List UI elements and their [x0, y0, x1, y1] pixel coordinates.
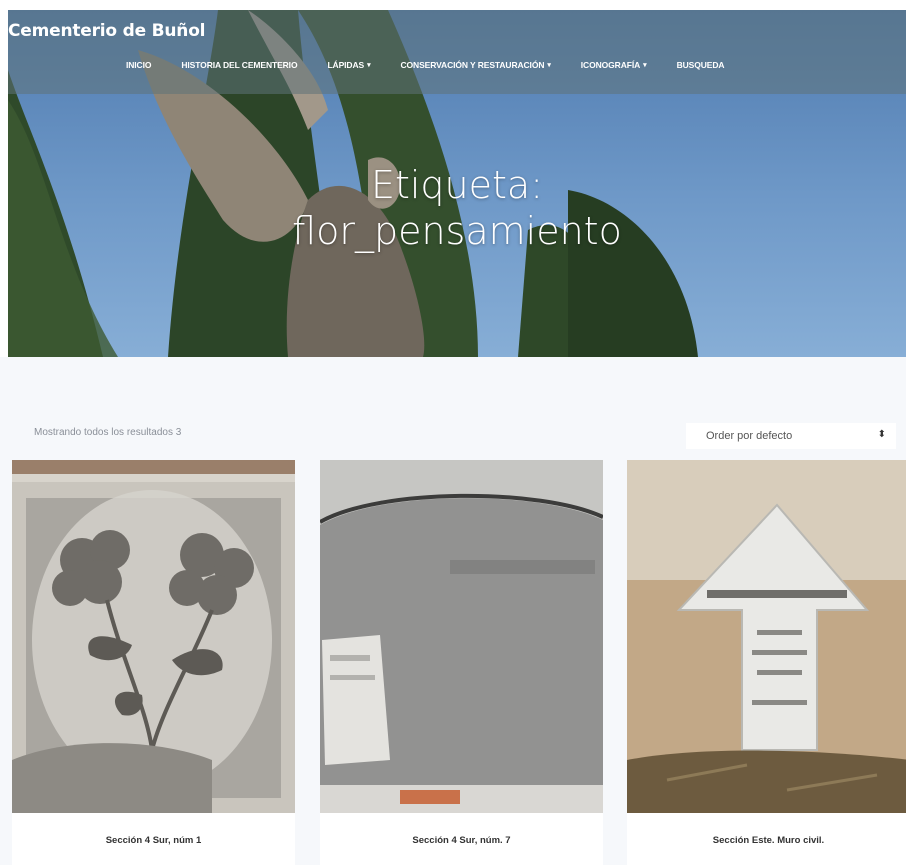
shop-main: Mostrando todos los resultados 3 Order p…	[0, 357, 906, 865]
nav-item-iconografia[interactable]: ICONOGRAFÍA ▾	[581, 60, 647, 70]
nav-item-inicio[interactable]: INICIO	[126, 60, 151, 70]
main-nav: INICIO HISTORIA DEL CEMENTERIO LÁPIDAS ▾…	[126, 60, 754, 70]
select-arrows-icon: ⬍	[877, 429, 886, 440]
nav-item-busqueda[interactable]: BUSQUEDA	[677, 60, 725, 70]
nav-item-label: INICIO	[126, 60, 152, 70]
orderby-selected-value: Order por defecto	[706, 430, 793, 442]
product-card[interactable]: Sección 4 Sur, núm. 7	[320, 460, 603, 865]
gravestone-wall-photo	[320, 460, 603, 813]
product-title[interactable]: Sección 4 Sur, núm 1	[12, 835, 295, 846]
nav-item-historia[interactable]: HISTORIA DEL CEMENTERIO	[181, 60, 297, 70]
product-image[interactable]	[627, 460, 906, 813]
nav-item-label: BUSQUEDA	[676, 60, 725, 70]
page-title-line2: flor_pensamiento	[292, 209, 622, 253]
hero-banner: Cementerio de Buñol INICIO HISTORIA DEL …	[8, 10, 906, 357]
nav-item-lapidas[interactable]: LÁPIDAS ▾	[327, 60, 370, 70]
nav-item-label: ICONOGRAFÍA	[580, 60, 641, 70]
page-title: Etiqueta: flor_pensamiento	[8, 162, 906, 254]
product-title[interactable]: Sección Este. Muro civil.	[627, 835, 906, 846]
chevron-down-icon: ▾	[367, 62, 371, 69]
chevron-down-icon: ▾	[643, 62, 647, 69]
product-card[interactable]: Sección 4 Sur, núm 1	[12, 460, 295, 865]
site-brand[interactable]: Cementerio de Buñol	[8, 21, 206, 41]
flower-engraving-photo	[12, 460, 295, 813]
orderby-select[interactable]: Order por defecto ⬍	[686, 423, 896, 449]
nav-item-conservacion[interactable]: CONSERVACIÓN Y RESTAURACIÓN ▾	[401, 60, 551, 70]
product-image[interactable]	[12, 460, 295, 813]
arrow-cross-marker-photo	[627, 460, 906, 813]
page-title-line1: Etiqueta:	[370, 163, 544, 207]
chevron-down-icon: ▾	[547, 62, 551, 69]
nav-item-label: CONSERVACIÓN Y RESTAURACIÓN	[400, 60, 545, 70]
nav-item-label: LÁPIDAS	[327, 60, 365, 70]
nav-item-label: HISTORIA DEL CEMENTERIO	[181, 60, 298, 70]
product-card[interactable]: Sección Este. Muro civil.	[627, 460, 906, 865]
header-bar: Cementerio de Buñol INICIO HISTORIA DEL …	[8, 10, 906, 94]
result-count: Mostrando todos los resultados 3	[34, 427, 182, 438]
product-image[interactable]	[320, 460, 603, 813]
product-title[interactable]: Sección 4 Sur, núm. 7	[320, 835, 603, 846]
